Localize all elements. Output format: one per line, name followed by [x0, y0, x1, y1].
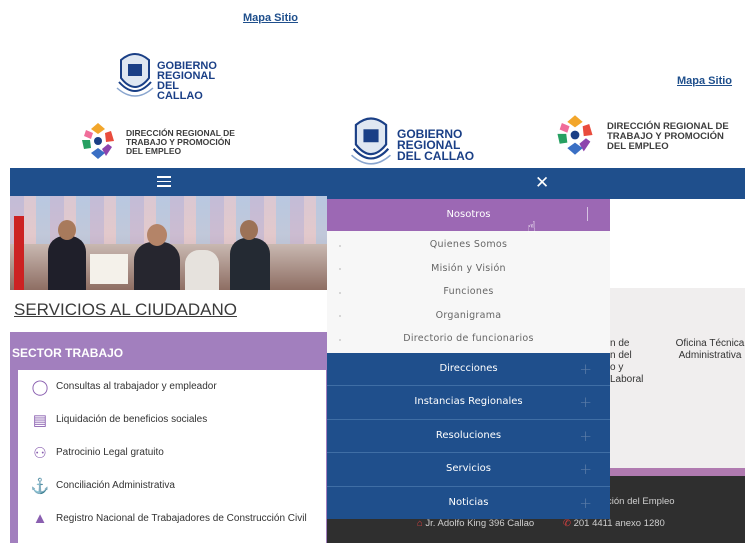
service-item-patrocinio[interactable]: ⚇ Patrocinio Legal gratuito [30, 436, 326, 469]
bg-text: o y [610, 362, 624, 373]
menu-item-noticias[interactable]: Noticias + [327, 487, 610, 520]
worker-icon: ▲ [32, 510, 48, 527]
close-icon[interactable]: ✕ [535, 173, 549, 193]
submenu-nosotros: Quienes Somos Misión y Visión Funciones … [327, 231, 610, 353]
person-3 [185, 250, 219, 290]
purple-stripe [610, 468, 745, 476]
sector-trabajo-panel: SECTOR TRABAJO ◯ Consultas al trabajador… [10, 332, 327, 543]
services-list: ◯ Consultas al trabajador y empleador ▤ … [18, 370, 326, 543]
background-col1: n de n del o y Laboral [610, 338, 643, 386]
person-4-head [240, 220, 258, 240]
person-icon: ◯ [31, 378, 49, 396]
nav-menu: Nosotros ☝ Quienes Somos Misión y Visión… [327, 199, 610, 523]
service-item-liquidacion[interactable]: ▤ Liquidación de beneficios sociales [30, 403, 326, 436]
person-4 [230, 238, 270, 290]
expand-plus-icon[interactable]: + [579, 420, 592, 453]
menu-item-nosotros[interactable]: Nosotros ☝ [327, 199, 610, 236]
menu-item-resoluciones[interactable]: Resoluciones + [327, 420, 610, 453]
flag [14, 216, 24, 290]
hamburger-menu-icon[interactable] [157, 173, 171, 190]
direccion-line3: DEL EMPLEO [607, 141, 669, 152]
service-label: Registro Nacional de Trabajadores de Con… [56, 513, 307, 524]
menu-item-label: Instancias Regionales [414, 396, 523, 407]
expand-plus-icon[interactable]: + [579, 487, 592, 520]
gobierno-line3: DEL CALLAO [397, 149, 475, 163]
callao-shield-icon [351, 117, 391, 165]
people-icon: ⚇ [33, 444, 47, 462]
collapse-icon[interactable] [587, 207, 588, 221]
mobile-navbar [10, 168, 327, 196]
services-title[interactable]: SERVICIOS AL CIUDADANO [14, 300, 237, 320]
background-col2: Oficina Técnica Administrativa [675, 338, 745, 362]
service-label: Consultas al trabajador y empleador [56, 381, 217, 392]
gobierno-regional-logo[interactable]: GOBIERNO REGIONAL DEL CALLAO [349, 112, 489, 166]
menu-item-label: Servicios [446, 463, 491, 474]
gobierno-regional-logo[interactable]: GOBIERNO REGIONAL DEL CALLAO [115, 48, 225, 102]
callao-shield-icon [116, 53, 154, 97]
sitemap-link[interactable]: Mapa Sitio [243, 12, 298, 24]
footer-line1: ción del Empleo [607, 496, 675, 507]
service-label: Patrocinio Legal gratuito [56, 447, 164, 458]
service-label: Liquidación de beneficios sociales [56, 414, 208, 425]
gobierno-line3: DEL CALLAO [157, 80, 203, 102]
mobile-menu-view: Mapa Sitio GOBIERNO REGIONAL DEL CALLAO [327, 0, 745, 543]
direccion-regional-logo[interactable]: DIRECCIÓN REGIONAL DE TRABAJO Y PROMOCIÓ… [78, 120, 248, 164]
menu-item-instancias[interactable]: Instancias Regionales + [327, 386, 610, 420]
bg-text: n de [610, 338, 630, 349]
bg-text: n del [610, 350, 632, 361]
menu-item-label: Direcciones [439, 362, 498, 374]
mobile-home-view: Mapa Sitio GOBIERNO REGIONAL DEL CALLAO [0, 0, 327, 543]
menu-header-bar: ✕ [327, 168, 745, 199]
menu-item-label: Resoluciones [435, 429, 502, 441]
service-item-conciliacion[interactable]: ⚓ Conciliación Administrativa [30, 469, 326, 502]
bg-text: Laboral [610, 374, 644, 385]
expand-plus-icon[interactable]: + [579, 453, 592, 486]
person-2-head [147, 224, 167, 246]
menu-item-label: Nosotros [446, 209, 491, 220]
service-item-consultas[interactable]: ◯ Consultas al trabajador y empleador [30, 370, 326, 403]
menu-item-servicios[interactable]: Servicios + [327, 453, 610, 487]
document-icon: ▤ [32, 411, 48, 429]
meeting-icon: ⚓ [30, 477, 50, 495]
submenu-item-directorio[interactable]: Directorio de funcionarios [327, 327, 610, 351]
expand-plus-icon[interactable]: + [579, 353, 592, 386]
direccion-regional-logo[interactable]: DIRECCIÓN REGIONAL DE TRABAJO Y PROMOCIÓ… [553, 112, 743, 160]
diploma [90, 254, 128, 284]
bg-text: Oficina Técnica [675, 338, 745, 349]
sitemap-link[interactable]: Mapa Sitio [677, 75, 732, 87]
person-1-head [58, 220, 76, 240]
banner-photo [10, 196, 327, 290]
submenu-item-quienes-somos[interactable]: Quienes Somos [327, 233, 610, 257]
person-1 [48, 236, 86, 290]
menu-item-direcciones[interactable]: Direcciones + [327, 353, 610, 386]
menu-items: Direcciones + Instancias Regionales + Re… [327, 352, 610, 520]
direccion-line3: DEL EMPLEO [126, 146, 182, 156]
flower-logo-icon [557, 115, 593, 155]
sector-title: SECTOR TRABAJO [12, 346, 124, 360]
flower-logo-icon [82, 123, 114, 159]
bg-text: Administrativa [678, 350, 742, 361]
submenu-item-mision-vision[interactable]: Misión y Visión [327, 257, 610, 281]
submenu-item-funciones[interactable]: Funciones [327, 280, 610, 304]
submenu-item-organigrama[interactable]: Organigrama [327, 304, 610, 328]
service-item-registro[interactable]: ▲ Registro Nacional de Trabajadores de C… [30, 502, 326, 535]
service-label: Conciliación Administrativa [56, 480, 175, 491]
menu-item-label: Noticias [448, 496, 489, 508]
person-2 [134, 242, 180, 290]
expand-plus-icon[interactable]: + [579, 386, 592, 419]
